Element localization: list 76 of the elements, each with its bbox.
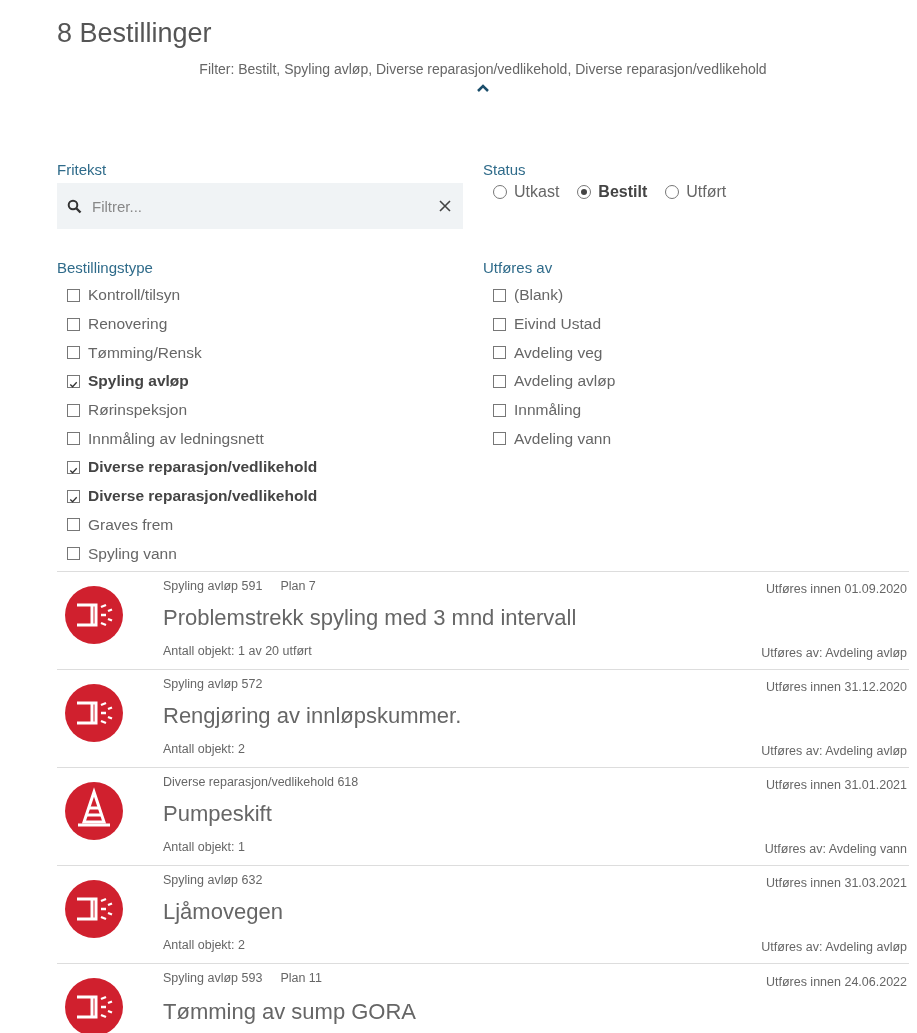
order-title[interactable]: Problemstrekk spyling med 3 mnd intervall xyxy=(163,604,577,630)
flushing-nozzle-icon xyxy=(65,879,123,938)
collapse-chevron-icon[interactable] xyxy=(476,83,490,93)
group-label: Utføres av xyxy=(483,259,553,276)
checkbox-label: Avdeling veg xyxy=(514,343,603,362)
plan-label: Plan 7 xyxy=(280,578,316,593)
search-input[interactable]: Filtrer... xyxy=(90,196,431,216)
due-date: Utføres innen 24.06.2022 xyxy=(765,974,907,989)
checkbox-label: Renovering xyxy=(88,315,168,334)
object-count: Antall objekt: 2 xyxy=(163,937,245,952)
object-count: Antall objekt: 2 xyxy=(163,741,245,756)
performer: Utføres av: Avdeling avløp xyxy=(761,743,907,758)
due-date: Utføres innen 01.09.2020 xyxy=(765,581,907,596)
performer: Utføres av: Avdeling avløp xyxy=(761,939,907,954)
flushing-nozzle-icon xyxy=(65,977,123,1033)
object-count: Antall objekt: 1 xyxy=(163,839,245,854)
checkbox-label: Diverse reparasjon/vedlikehold xyxy=(88,487,318,506)
order-type-number: Spyling avløp 591 xyxy=(163,578,263,593)
checkbox-label: Innmåling av ledningsnett xyxy=(88,429,264,448)
order-type-number: Spyling avløp 572 xyxy=(163,676,263,691)
object-count: Antall objekt: 1 av 20 utført xyxy=(163,643,312,658)
field-label: Fritekst xyxy=(57,161,107,178)
status-radio[interactable]: Bestilt xyxy=(577,183,648,201)
order-type-number: Diverse reparasjon/vedlikehold 618 xyxy=(163,774,359,789)
checkbox-label: (Blank) xyxy=(514,286,564,305)
checkbox-label: Avdeling avløp xyxy=(514,372,616,391)
search-icon xyxy=(67,198,82,214)
checkbox[interactable] xyxy=(67,518,80,532)
due-date: Utføres innen 31.01.2021 xyxy=(765,777,907,792)
group-label: Bestillingstype xyxy=(57,259,153,276)
checkbox[interactable] xyxy=(493,288,506,302)
checkbox-label: Kontroll/tilsyn xyxy=(88,286,181,305)
checkbox[interactable] xyxy=(67,346,80,360)
checkbox-label: Avdeling vann xyxy=(514,429,612,448)
checkbox[interactable] xyxy=(493,432,506,446)
checkbox-label: Innmåling xyxy=(514,401,582,420)
flushing-nozzle-icon xyxy=(65,683,123,742)
performer: Utføres av: Avdeling vann xyxy=(764,841,907,856)
checkbox-label: Rørinspeksjon xyxy=(88,401,188,420)
checkbox[interactable] xyxy=(493,317,506,331)
order-title[interactable]: Pumpeskift xyxy=(163,800,272,826)
checkbox[interactable] xyxy=(493,346,506,360)
performer: Utføres av: Avdeling avløp xyxy=(761,645,907,660)
page-title: 8 Bestillinger xyxy=(57,18,213,49)
order-title[interactable]: Ljåmovegen xyxy=(163,898,283,924)
checkbox[interactable] xyxy=(67,547,80,561)
status-radio[interactable]: Utkast xyxy=(493,183,560,201)
order-type-number: Spyling avløp 593 xyxy=(163,970,263,985)
order-type-number: Spyling avløp 632 xyxy=(163,872,263,887)
order-title[interactable]: Tømming av sump GORA xyxy=(163,998,417,1024)
checkbox[interactable] xyxy=(67,374,80,388)
checkbox[interactable] xyxy=(67,460,80,474)
checkbox[interactable] xyxy=(493,374,506,388)
clear-icon[interactable] xyxy=(439,200,451,212)
checkbox-label: Diverse reparasjon/vedlikehold xyxy=(88,458,318,477)
traffic-cone-icon xyxy=(65,781,123,840)
plan-label: Plan 11 xyxy=(280,970,322,985)
due-date: Utføres innen 31.03.2021 xyxy=(765,875,907,890)
flushing-nozzle-icon xyxy=(65,585,123,644)
field-label: Status xyxy=(483,161,526,178)
checkbox-label: Graves frem xyxy=(88,515,174,534)
checkbox[interactable] xyxy=(67,403,80,417)
checkbox-label: Spyling vann xyxy=(88,544,177,563)
checkbox-label: Spyling avløp xyxy=(88,372,189,391)
checkbox[interactable] xyxy=(67,432,80,446)
checkbox-label: Tømming/Rensk xyxy=(88,343,202,362)
checkbox-label: Eivind Ustad xyxy=(514,315,601,334)
checkbox[interactable] xyxy=(67,317,80,331)
checkbox[interactable] xyxy=(67,288,80,302)
filter-summary: Filter: Bestilt, Spyling avløp, Diverse reparasjon/vedlikehold, Diverse reparasjon/vedlikehold xyxy=(199,61,767,77)
checkbox[interactable] xyxy=(67,489,80,503)
status-radio[interactable]: Utført xyxy=(665,183,727,201)
due-date: Utføres innen 31.12.2020 xyxy=(765,679,907,694)
order-title[interactable]: Rengjøring av innløpskummer. xyxy=(163,702,462,728)
checkbox[interactable] xyxy=(493,403,506,417)
search-field[interactable]: Filtrer... xyxy=(57,183,463,229)
